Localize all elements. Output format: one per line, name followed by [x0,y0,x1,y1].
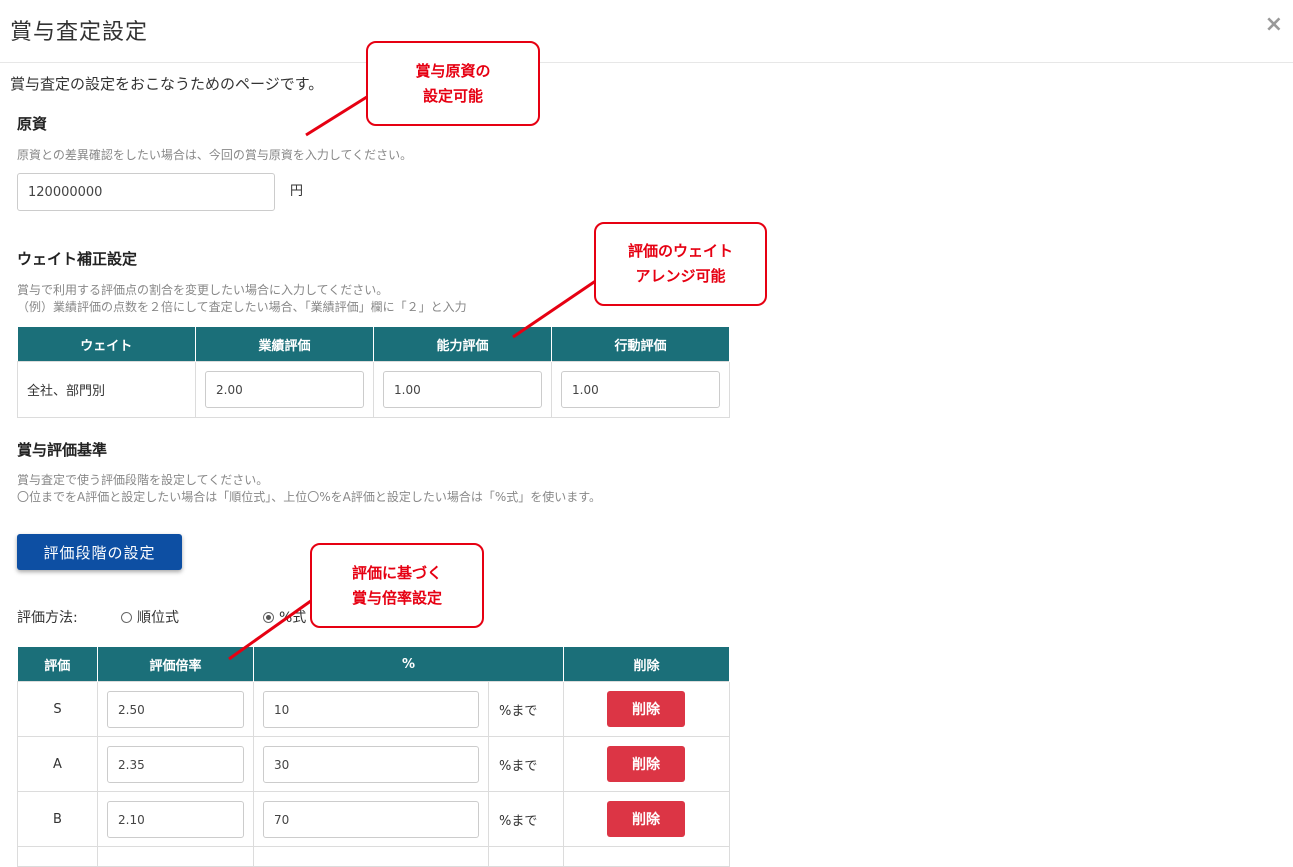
callout-capital-text: 賞与原資の 設定可能 [415,61,491,105]
callout-capital: 賞与原資の 設定可能 [366,41,540,126]
callout-weight-text: 評価のウェイト アレンジ可能 [627,242,733,285]
callout-line-rate [228,596,316,661]
callout-weight: 評価のウェイト アレンジ可能 [594,222,767,306]
callout-lines [228,93,601,661]
callout-rate: 評価に基づく 賞与倍率設定 [310,543,484,628]
callout-line-weight [512,276,601,339]
callout-rate-text: 評価に基づく 賞与倍率設定 [351,563,442,607]
callout-line-capital [305,93,371,137]
